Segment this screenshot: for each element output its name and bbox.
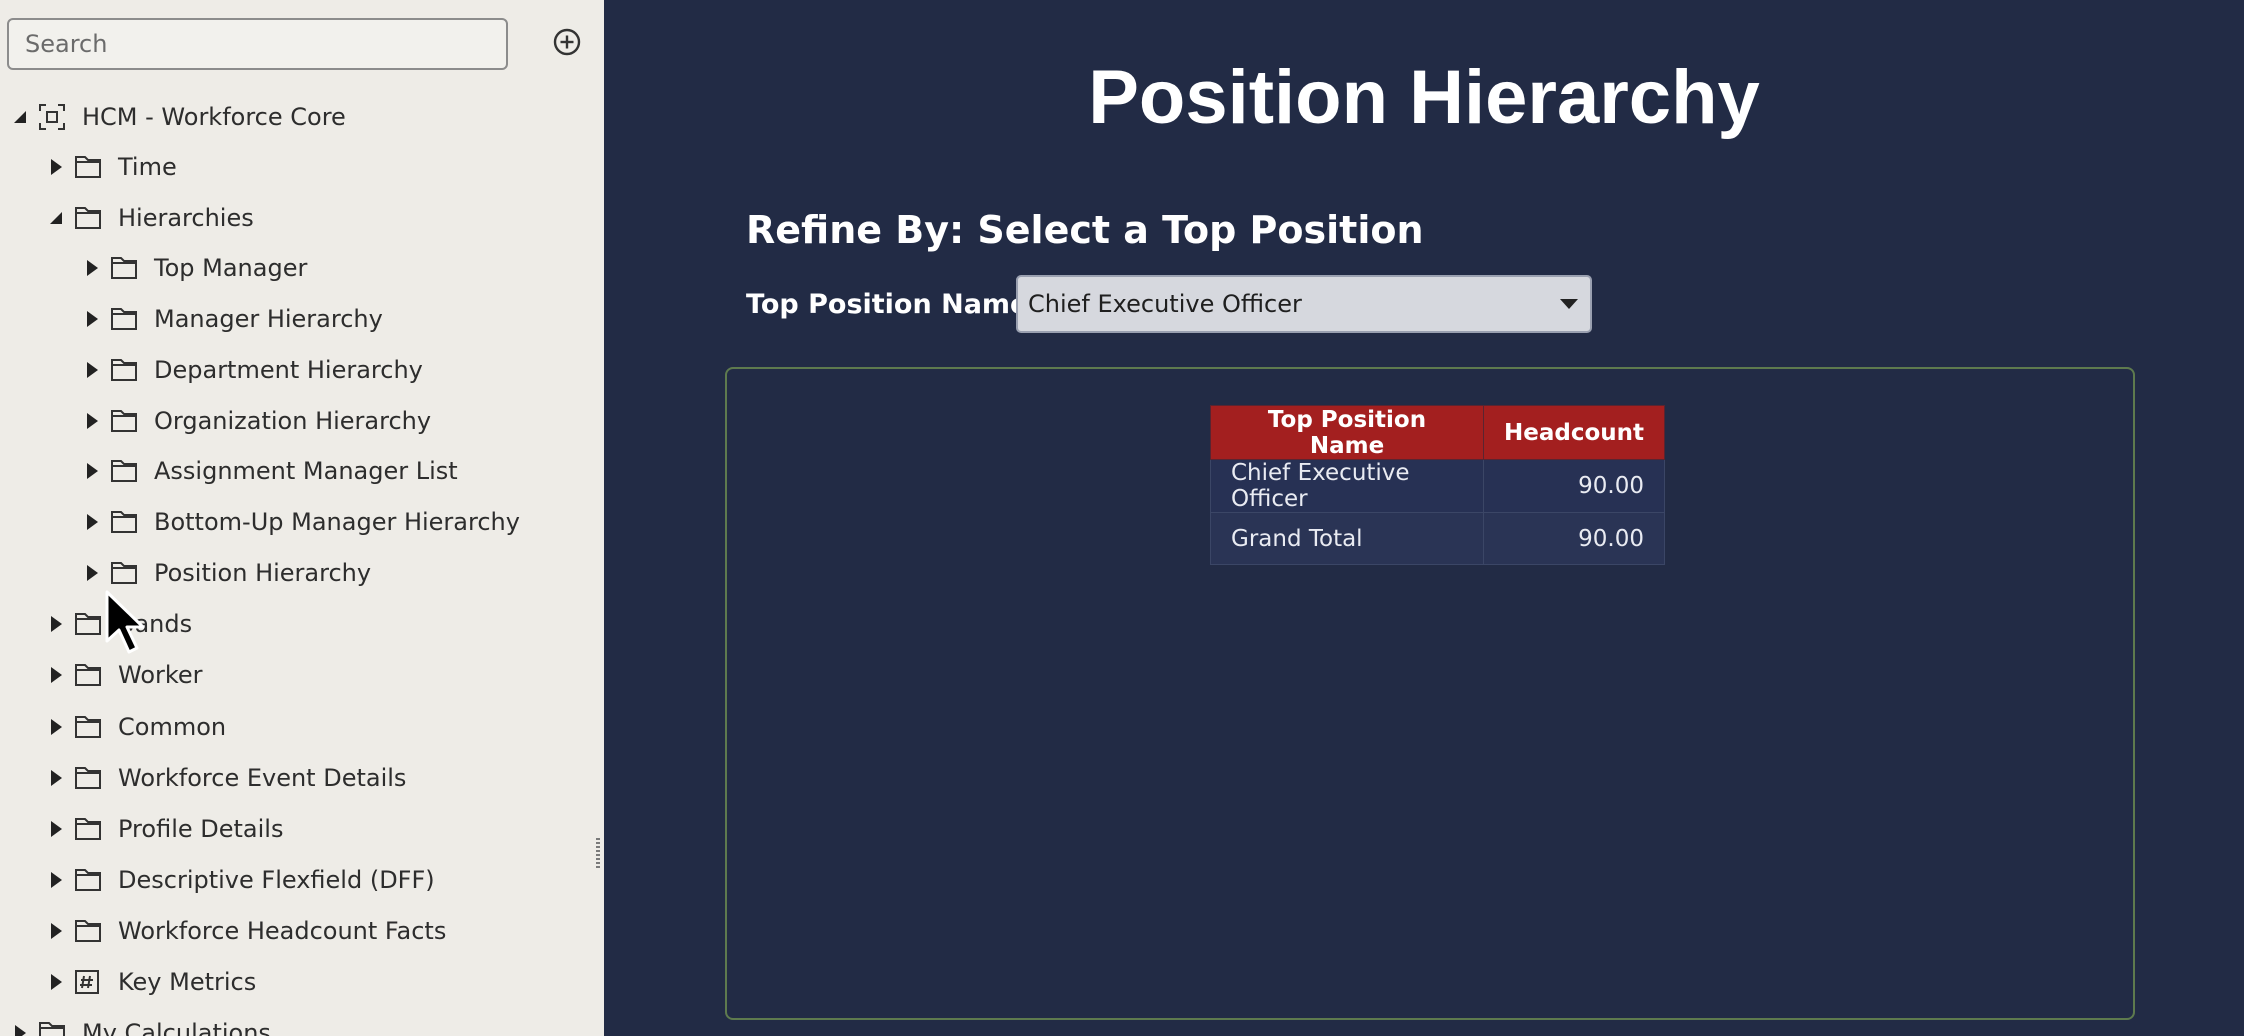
search-input[interactable] xyxy=(7,18,508,70)
tree-item-label: Hierarchies xyxy=(118,204,254,232)
tree-item-label: Department Hierarchy xyxy=(154,356,423,384)
tree-item[interactable]: Common xyxy=(38,707,226,747)
tree-item-label: Workforce Event Details xyxy=(118,764,407,792)
row-headcount-cell: 90.00 xyxy=(1482,459,1666,513)
folder-icon xyxy=(110,253,140,283)
row-name-cell[interactable]: Chief Executive Officer xyxy=(1210,459,1484,513)
column-header-headcount[interactable]: Headcount xyxy=(1482,405,1666,460)
expand-triangle-icon[interactable] xyxy=(74,299,110,339)
tree-item-label: Key Metrics xyxy=(118,968,257,996)
refine-heading: Refine By: Select a Top Position xyxy=(746,208,1424,252)
collapse-triangle-icon[interactable] xyxy=(2,97,38,137)
tree-item-label: Top Manager xyxy=(154,254,308,282)
tree-item-label: Assignment Manager List xyxy=(154,457,458,485)
report-container: Top Position Name Headcount Chief Execut… xyxy=(725,367,2135,1020)
folder-icon xyxy=(110,558,140,588)
folder-icon xyxy=(110,456,140,486)
tree-item[interactable]: Manager Hierarchy xyxy=(74,299,383,339)
tree-item-label: Organization Hierarchy xyxy=(154,407,432,435)
expand-triangle-icon[interactable] xyxy=(38,911,74,951)
expand-triangle-icon[interactable] xyxy=(38,809,74,849)
tree-item-label: Profile Details xyxy=(118,815,284,843)
tree-item-label: Common xyxy=(118,713,227,741)
folder-icon xyxy=(74,152,104,182)
tree-item[interactable]: Time xyxy=(38,147,177,187)
tree-item-label: Descriptive Flexfield (DFF) xyxy=(118,866,435,894)
tree-item[interactable]: Assignment Manager List xyxy=(74,451,458,491)
expand-triangle-icon[interactable] xyxy=(2,1013,38,1036)
folder-icon xyxy=(74,660,104,690)
tree-item[interactable]: Top Manager xyxy=(74,248,307,288)
folder-icon xyxy=(38,1018,68,1036)
tree-item[interactable]: Descriptive Flexfield (DFF) xyxy=(38,860,435,900)
top-position-select[interactable]: Chief Executive Officer xyxy=(1016,275,1592,333)
subject-area-panel: HCM - Workforce Core Time Hierarchies Top … xyxy=(0,0,604,1036)
expand-triangle-icon[interactable] xyxy=(74,553,110,593)
grand-total-row: Grand Total 90.00 xyxy=(1210,512,1666,565)
folder-icon xyxy=(74,609,104,639)
calculated-measure-icon xyxy=(74,967,104,997)
add-subject-area-icon[interactable] xyxy=(552,27,582,57)
tree-item-label: Manager Hierarchy xyxy=(154,305,383,333)
tree-item[interactable]: Worker xyxy=(38,655,203,695)
tree-item[interactable]: Position Hierarchy xyxy=(74,553,371,593)
tree-item[interactable]: Workforce Event Details xyxy=(38,758,406,798)
subject-area-icon xyxy=(38,102,68,132)
folder-icon xyxy=(110,304,140,334)
folder-icon xyxy=(74,763,104,793)
grand-total-value: 90.00 xyxy=(1482,512,1666,565)
select-value: Chief Executive Officer xyxy=(1028,290,1302,318)
expand-triangle-icon[interactable] xyxy=(74,350,110,390)
column-header-top-position-name[interactable]: Top Position Name xyxy=(1210,405,1484,460)
expand-triangle-icon[interactable] xyxy=(74,401,110,441)
tree-item[interactable]: Organization Hierarchy xyxy=(74,401,431,441)
folder-icon xyxy=(110,406,140,436)
tree-item[interactable]: Profile Details xyxy=(38,809,283,849)
tree-item[interactable]: Hierarchies xyxy=(38,198,254,238)
folder-icon xyxy=(74,865,104,895)
tree-item[interactable]: My Calculations xyxy=(2,1013,271,1036)
tree-item[interactable]: Bottom-Up Manager Hierarchy xyxy=(74,502,520,542)
tree-item-label: Time xyxy=(118,153,177,181)
expand-triangle-icon[interactable] xyxy=(74,451,110,491)
prompt-label: Top Position Name xyxy=(746,289,1029,320)
tree-item-label: Bands xyxy=(118,610,193,638)
expand-triangle-icon[interactable] xyxy=(74,248,110,288)
expand-triangle-icon[interactable] xyxy=(38,604,74,644)
chevron-down-icon[interactable] xyxy=(1558,297,1580,311)
tree-item-label: Worker xyxy=(118,661,203,689)
table-row: Chief Executive Officer 90.00 xyxy=(1210,459,1666,513)
folder-icon xyxy=(74,916,104,946)
expand-triangle-icon[interactable] xyxy=(38,758,74,798)
expand-triangle-icon[interactable] xyxy=(38,860,74,900)
folder-icon xyxy=(74,712,104,742)
folder-icon xyxy=(74,814,104,844)
page-title: Position Hierarchy xyxy=(1088,55,1760,140)
dashboard-canvas: Position Hierarchy Refine By: Select a T… xyxy=(604,0,2244,1036)
expand-triangle-icon[interactable] xyxy=(38,962,74,1002)
grand-total-label: Grand Total xyxy=(1210,512,1484,565)
expand-triangle-icon[interactable] xyxy=(74,502,110,542)
tree-item[interactable]: Key Metrics xyxy=(38,962,256,1002)
folder-icon xyxy=(74,203,104,233)
tree-item-label: Workforce Headcount Facts xyxy=(118,917,447,945)
expand-triangle-icon[interactable] xyxy=(38,655,74,695)
expand-triangle-icon[interactable] xyxy=(38,707,74,747)
folder-icon xyxy=(110,355,140,385)
expand-triangle-icon[interactable] xyxy=(38,147,74,187)
tree-item[interactable]: Bands xyxy=(38,604,192,644)
tree-root-hcm-workforce-core[interactable]: HCM - Workforce Core xyxy=(2,97,346,137)
pivot-table: Top Position Name Headcount Chief Execut… xyxy=(1210,405,1666,565)
tree-item[interactable]: Workforce Headcount Facts xyxy=(38,911,446,951)
tree-item-label: My Calculations xyxy=(82,1019,271,1036)
panel-splitter-handle[interactable] xyxy=(596,838,600,870)
tree-item[interactable]: Department Hierarchy xyxy=(74,350,423,390)
tree-item-label: Bottom-Up Manager Hierarchy xyxy=(154,508,520,536)
folder-icon xyxy=(110,507,140,537)
tree-item-label: Position Hierarchy xyxy=(154,559,372,587)
tree-root-label: HCM - Workforce Core xyxy=(82,103,346,131)
collapse-triangle-icon[interactable] xyxy=(38,198,74,238)
